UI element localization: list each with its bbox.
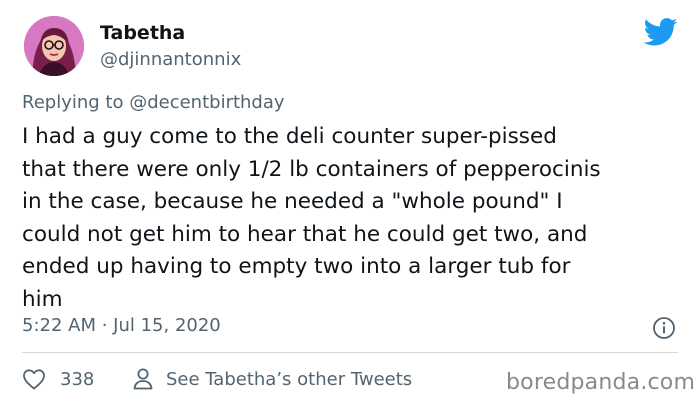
see-other-tweets-link[interactable]: See Tabetha’s other Tweets — [132, 366, 412, 392]
twitter-bird-icon[interactable] — [644, 18, 678, 46]
like-count: 338 — [60, 368, 95, 390]
tweet-line: ended up having to empty two into a larg… — [22, 254, 571, 279]
like-button[interactable]: 338 — [22, 366, 94, 392]
reply-mention-link[interactable]: @decentbirthday — [129, 92, 284, 113]
heart-icon — [22, 368, 46, 390]
author-name[interactable]: Tabetha — [100, 22, 185, 44]
avatar[interactable] — [24, 16, 84, 76]
tweet-line: him — [22, 286, 63, 312]
replying-to: Replying to @decentbirthday — [22, 92, 285, 113]
tweet-line: in the case, because he needed a "whole … — [22, 189, 563, 214]
tweet-line: I had a guy come to the deli counter sup… — [22, 124, 557, 149]
avatar-illustration — [24, 16, 84, 76]
replying-prefix: Replying to — [22, 92, 130, 113]
tweet-line: could not get him to hear that he could … — [22, 221, 588, 247]
tweet-card: Tabetha @djinnantonnix Replying to @dece… — [0, 0, 700, 406]
watermark: boredpanda.com — [506, 370, 696, 395]
tweet-line: that there were only 1/2 lb containers o… — [22, 156, 601, 182]
see-other-tweets-label: See Tabetha’s other Tweets — [166, 368, 413, 390]
tweet-body: I had a guy come to the deli counter sup… — [22, 121, 682, 316]
info-icon[interactable] — [652, 316, 676, 340]
person-icon — [132, 367, 154, 391]
author-handle[interactable]: @djinnantonnix — [100, 49, 241, 70]
tweet-timestamp[interactable]: 5:22 AM · Jul 15, 2020 — [22, 315, 221, 336]
divider — [22, 352, 678, 353]
